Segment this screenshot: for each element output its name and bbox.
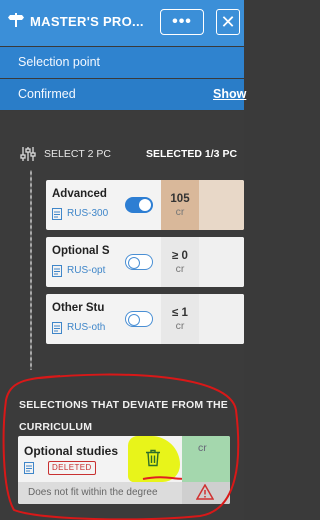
course-card[interactable]: Advanced RUS-300 105 cr: [46, 180, 244, 230]
course-card[interactable]: Optional S RUS-opt ≥ 0 cr: [46, 237, 244, 287]
course-title: Optional studies: [24, 444, 119, 458]
sliders-icon: [20, 147, 36, 161]
close-button[interactable]: ✕: [216, 9, 240, 35]
course-title: Optional S: [52, 245, 110, 257]
credit-box: 105 cr: [161, 180, 199, 230]
select-label: SELECT 2 PC: [44, 148, 111, 160]
confirmed-row: Confirmed Show: [0, 79, 246, 110]
deviations-heading: SELECTIONS THAT DEVIATE FROM THE CURRICU…: [19, 399, 229, 433]
page-title: MASTER'S PRO...: [30, 14, 144, 29]
top-bar: MASTER'S PRO... ••• ✕: [0, 0, 244, 46]
credit-unit: cr: [198, 442, 207, 454]
course-code: RUS-300: [67, 208, 109, 219]
course-toggle[interactable]: [125, 197, 153, 213]
warning-triangle-icon: [196, 484, 214, 500]
selected-count: SELECTED 1/3 PC: [146, 148, 238, 160]
warning-bar: Does not fit within the degree: [18, 482, 230, 504]
trash-icon[interactable]: [145, 449, 161, 467]
credit-unit: cr: [175, 205, 185, 218]
course-code: RUS-opt: [67, 265, 106, 276]
document-icon: [52, 322, 62, 334]
dotted-connector: [30, 170, 32, 370]
course-code: RUS-oth: [67, 322, 106, 333]
credit-value: ≤ 1: [172, 306, 188, 319]
selection-point-row: Selection point: [0, 47, 244, 78]
more-options-button[interactable]: •••: [160, 9, 204, 35]
credit-tail: [199, 237, 244, 287]
course-toggle[interactable]: [125, 254, 153, 270]
credit-tail: [199, 180, 244, 230]
selection-point-label: Selection point: [18, 55, 101, 69]
credit-unit: cr: [175, 319, 185, 332]
document-icon: [24, 462, 34, 474]
course-toggle[interactable]: [125, 311, 153, 327]
course-card[interactable]: Other Stu RUS-oth ≤ 1 cr: [46, 294, 244, 344]
deviation-card[interactable]: Optional studies DELETED cr Does not fit…: [18, 436, 230, 504]
warning-icon-box: [182, 482, 230, 504]
document-icon: [52, 265, 62, 277]
signpost-icon: [8, 13, 24, 27]
deleted-badge: DELETED: [48, 461, 96, 475]
document-icon: [52, 208, 62, 220]
credit-value: 105: [170, 192, 190, 205]
credit-value: ≥ 0: [172, 249, 188, 262]
course-title: Other Stu: [52, 302, 105, 314]
credit-tail: [199, 294, 244, 344]
confirmed-label: Confirmed: [18, 87, 76, 101]
course-title: Advanced: [52, 188, 107, 200]
warning-text: Does not fit within the degree: [28, 487, 158, 498]
show-link[interactable]: Show: [213, 79, 246, 110]
credit-box: ≥ 0 cr: [161, 237, 199, 287]
credit-box: cr: [182, 436, 230, 482]
credit-box: ≤ 1 cr: [161, 294, 199, 344]
credit-unit: cr: [175, 262, 185, 275]
